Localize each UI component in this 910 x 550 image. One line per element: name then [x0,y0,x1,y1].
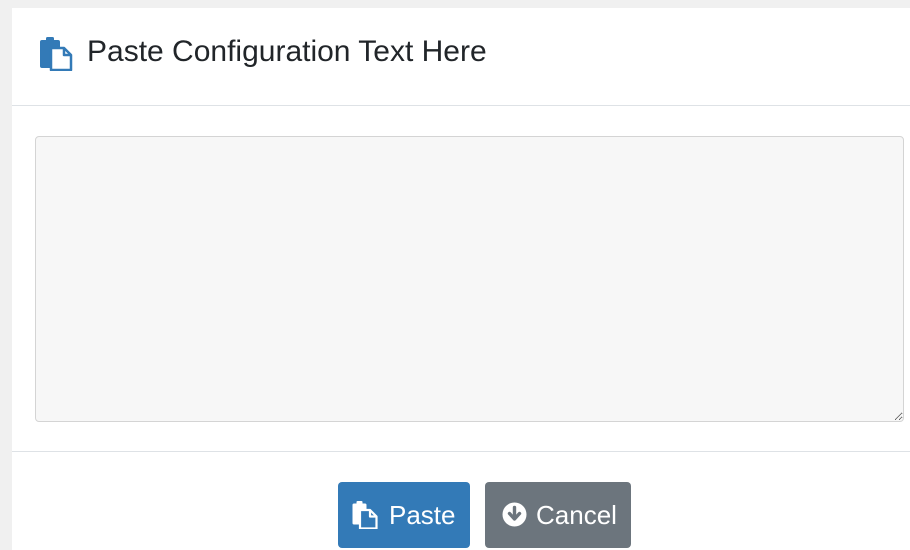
config-text-input[interactable] [35,136,904,422]
paste-icon [40,37,73,71]
dialog-header: Paste Configuration Text Here [12,8,910,106]
dialog-footer: Paste Cancel [12,452,910,550]
dialog-body [12,106,910,452]
paste-icon [352,501,378,529]
cancel-button-label: Cancel [536,500,617,530]
paste-config-dialog: Paste Configuration Text Here Paste Canc… [12,8,910,550]
circle-arrow-down-icon [502,502,527,527]
cancel-button[interactable]: Cancel [485,482,631,548]
dialog-title: Paste Configuration Text Here [87,35,487,68]
paste-button[interactable]: Paste [338,482,470,548]
paste-button-label: Paste [389,500,456,530]
